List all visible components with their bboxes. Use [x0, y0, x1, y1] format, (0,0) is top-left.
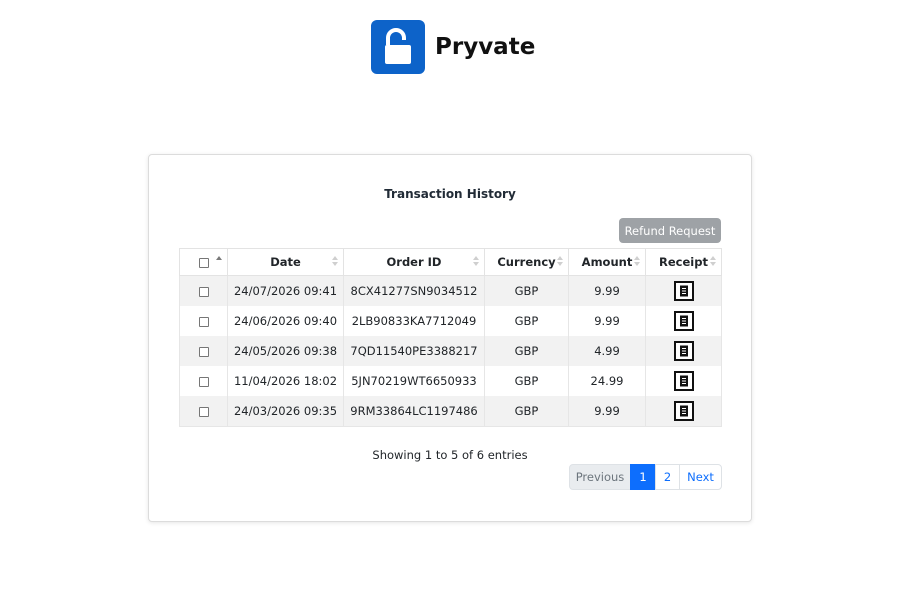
column-header-label: Date: [270, 255, 301, 269]
receipt-icon[interactable]: [673, 341, 694, 361]
table-header-row: Date Order ID Currency Amount Receipt: [179, 248, 722, 276]
table-row: 11/04/2026 18:02 5JN70219WT6650933 GBP 2…: [179, 366, 722, 396]
order-id-cell: 5JN70219WT6650933: [343, 366, 485, 396]
select-all-header[interactable]: [179, 248, 228, 276]
column-header-label: Amount: [581, 255, 633, 269]
amount-cell: 24.99: [568, 366, 646, 396]
currency-cell: GBP: [484, 396, 569, 427]
amount-cell: 9.99: [568, 396, 646, 427]
transaction-table: Date Order ID Currency Amount Receipt 24…: [179, 248, 722, 427]
brand-header: Pryvate: [371, 20, 535, 74]
sort-icon: [332, 256, 339, 268]
column-header-currency[interactable]: Currency: [484, 248, 569, 276]
date-cell: 24/06/2026 09:40: [227, 306, 344, 336]
card-title: Transaction History: [384, 187, 516, 201]
order-id-cell: 9RM33864LC1197486: [343, 396, 485, 427]
currency-cell: GBP: [484, 275, 569, 306]
row-checkbox[interactable]: [198, 316, 209, 327]
column-header-order-id[interactable]: Order ID: [343, 248, 485, 276]
column-header-amount[interactable]: Amount: [568, 248, 646, 276]
select-all-checkbox[interactable]: [198, 257, 209, 268]
row-checkbox[interactable]: [198, 286, 209, 297]
column-header-label: Receipt: [659, 255, 708, 269]
currency-cell: GBP: [484, 366, 569, 396]
sort-icon: [473, 256, 480, 268]
brand-name: Pryvate: [435, 34, 536, 60]
table-row: 24/06/2026 09:40 2LB90833KA7712049 GBP 9…: [179, 306, 722, 336]
receipt-icon[interactable]: [673, 401, 694, 421]
order-id-cell: 2LB90833KA7712049: [343, 306, 485, 336]
pagination-next[interactable]: Next: [679, 464, 722, 490]
column-header-label: Currency: [497, 255, 556, 269]
amount-cell: 9.99: [568, 275, 646, 306]
order-id-cell: 7QD11540PE3388217: [343, 336, 485, 366]
column-header-receipt[interactable]: Receipt: [645, 248, 722, 276]
sort-icon: [710, 256, 717, 268]
table-row: 24/05/2026 09:38 7QD11540PE3388217 GBP 4…: [179, 336, 722, 366]
table-row: 24/03/2026 09:35 9RM33864LC1197486 GBP 9…: [179, 396, 722, 427]
receipt-icon[interactable]: [673, 311, 694, 331]
date-cell: 24/05/2026 09:38: [227, 336, 344, 366]
date-cell: 24/07/2026 09:41: [227, 275, 344, 306]
receipt-icon[interactable]: [673, 371, 694, 391]
date-cell: 11/04/2026 18:02: [227, 366, 344, 396]
date-cell: 24/03/2026 09:35: [227, 396, 344, 427]
transaction-history-card: Transaction History Refund Request Date: [148, 154, 752, 522]
row-checkbox[interactable]: [198, 376, 209, 387]
amount-cell: 4.99: [568, 336, 646, 366]
table-row: 24/07/2026 09:41 8CX41277SN9034512 GBP 9…: [179, 275, 722, 306]
currency-cell: GBP: [484, 336, 569, 366]
column-header-date[interactable]: Date: [227, 248, 344, 276]
sort-icon: [634, 256, 641, 268]
sort-asc-icon: [216, 256, 223, 268]
column-header-label: Order ID: [386, 255, 442, 269]
order-id-cell: 8CX41277SN9034512: [343, 275, 485, 306]
sort-icon: [557, 256, 564, 268]
receipt-icon[interactable]: [673, 281, 694, 301]
amount-cell: 9.99: [568, 306, 646, 336]
pagination-page-2[interactable]: 2: [655, 464, 680, 490]
pagination-previous[interactable]: Previous: [569, 464, 631, 490]
unlocked-padlock-icon: [371, 20, 425, 74]
row-checkbox[interactable]: [198, 406, 209, 417]
currency-cell: GBP: [484, 306, 569, 336]
pagination: Previous 1 2 Next: [569, 464, 722, 490]
pagination-page-1[interactable]: 1: [630, 464, 656, 490]
row-checkbox[interactable]: [198, 346, 209, 357]
table-info: Showing 1 to 5 of 6 entries: [372, 448, 528, 462]
refund-request-button[interactable]: Refund Request: [619, 218, 721, 243]
